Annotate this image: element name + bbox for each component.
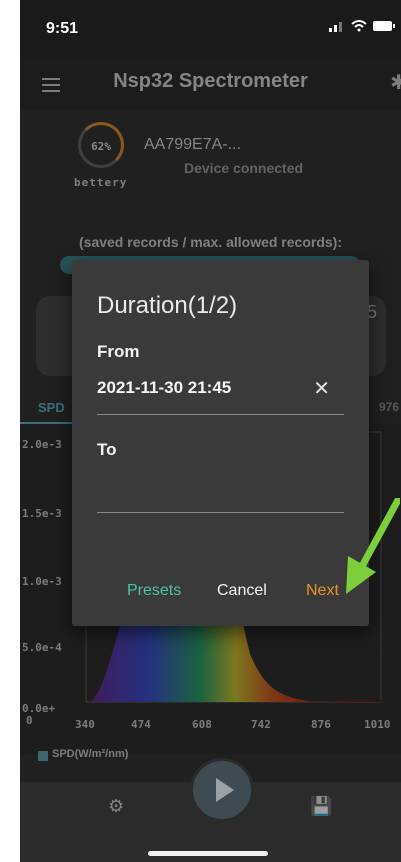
x-tick-label: 608 (192, 718, 212, 731)
duration-dialog: Duration(1/2) From 2021-11-30 21:45 ✕ To… (72, 260, 369, 626)
x-tick-label: 876 (311, 718, 331, 731)
device-id: AA799E7A-... (144, 136, 241, 153)
battery-status-icon (373, 21, 395, 31)
y-tick-label: 2.0e-3 (22, 438, 62, 451)
to-label: To (97, 440, 117, 459)
legend-label: SPD(W/m²/nm) (52, 748, 129, 760)
tab-spd[interactable]: SPD (38, 400, 65, 415)
play-icon (216, 778, 234, 802)
dialog-title: Duration(1/2) (97, 292, 238, 319)
bluetooth-icon[interactable]: ✱ (390, 70, 401, 95)
to-field[interactable] (97, 472, 344, 513)
status-bar: 9:51 (20, 0, 401, 58)
y-tick-label: 5.0e-4 (22, 641, 62, 654)
from-label: From (97, 342, 140, 361)
signal-icon (329, 22, 342, 32)
presets-button[interactable]: Presets (127, 582, 181, 600)
next-button[interactable]: Next (306, 582, 339, 600)
app-bar: Nsp32 Spectrometer ✱ (20, 58, 401, 110)
app-title: Nsp32 Spectrometer (113, 70, 308, 92)
x-tick-label: 1010 (364, 718, 391, 731)
cancel-button[interactable]: Cancel (217, 582, 267, 600)
y-tick-label: 1.5e-3 (22, 507, 62, 520)
y-tick-label: 0 (26, 714, 33, 727)
tab-right[interactable]: 976 (379, 400, 399, 414)
close-icon[interactable]: ✕ (313, 376, 330, 401)
battery-percent: 62% (91, 140, 111, 153)
status-time: 9:51 (46, 20, 79, 37)
home-indicator (148, 851, 268, 856)
x-tick-label: 340 (75, 718, 95, 731)
battery-label: bettery (74, 176, 128, 189)
x-tick-label: 742 (251, 718, 271, 731)
device-status: Device connected (184, 160, 304, 176)
app-screen: 9:51 Nsp32 Spectrometer ✱ 62% bettery AA… (20, 0, 401, 862)
y-tick-label: 1.0e-3 (22, 575, 62, 588)
x-tick-label: 474 (131, 718, 151, 731)
save-icon[interactable]: 💾 (310, 796, 332, 817)
annotation-arrow (346, 498, 400, 594)
from-field[interactable]: 2021-11-30 21:45 ✕ (97, 374, 344, 415)
play-button[interactable] (190, 758, 254, 822)
from-value: 2021-11-30 21:45 (97, 378, 232, 397)
legend-swatch (38, 751, 48, 761)
status-icons (329, 20, 395, 32)
records-label: (saved records / max. allowed records): (79, 234, 342, 250)
wifi-icon (351, 20, 367, 32)
gear-icon[interactable]: ⚙ (108, 796, 124, 817)
